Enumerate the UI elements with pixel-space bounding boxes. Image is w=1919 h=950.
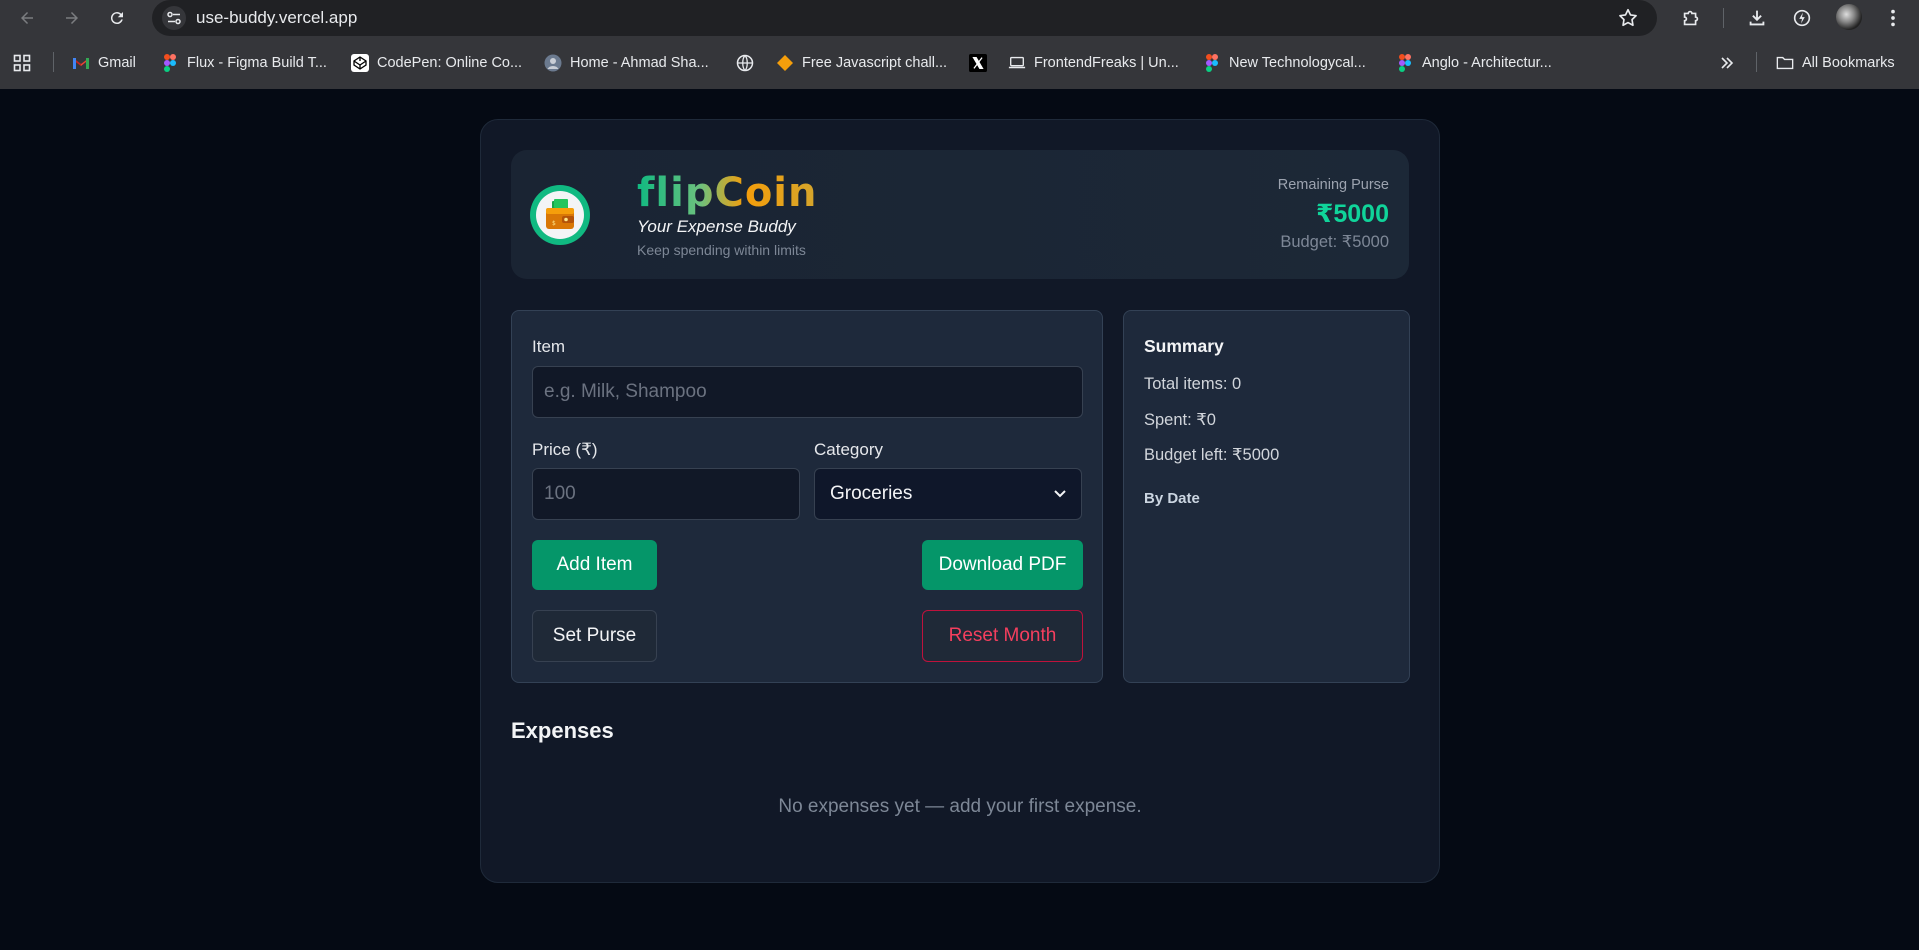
summary-total-items: Total items: 0 [1144, 375, 1242, 393]
kebab-menu-icon [1891, 9, 1895, 27]
apps-grid-icon [13, 54, 31, 72]
extensions-button[interactable] [1677, 4, 1705, 32]
price-input[interactable] [532, 468, 800, 520]
back-button[interactable] [13, 4, 41, 32]
arrow-left-icon [21, 12, 33, 24]
bookmark-new-technologycal[interactable]: New Technologycal... [1203, 50, 1366, 76]
price-label: Price (₹) [532, 440, 598, 459]
svg-text:$: $ [552, 220, 556, 227]
set-purse-button[interactable]: Set Purse [532, 610, 657, 662]
chevron-double-right-icon [1718, 54, 1736, 72]
bookmark-globe[interactable] [736, 50, 754, 76]
download-icon [1749, 10, 1765, 26]
bookmark-anglo[interactable]: Anglo - Architectur... [1396, 50, 1552, 76]
brand-tagline: Your Expense Buddy [637, 217, 796, 236]
bookmark-label: Free Javascript chall... [802, 55, 948, 71]
reload-icon [110, 12, 123, 25]
summary-title: Summary [1144, 336, 1224, 356]
bookmark-label: Gmail [98, 55, 136, 71]
brand-title: flipCoin [637, 170, 818, 216]
category-select[interactable]: Groceries [814, 468, 1082, 520]
summary-by-date-heading: By Date [1144, 490, 1200, 507]
download-pdf-button[interactable]: Download PDF [922, 540, 1083, 590]
address-bar[interactable]: use-buddy.vercel.app [152, 0, 1657, 36]
profile-avatar[interactable] [1836, 4, 1862, 30]
figma-icon [1203, 54, 1221, 72]
reset-month-button[interactable]: Reset Month [922, 610, 1083, 662]
summary-budget-left: Budget left: ₹5000 [1144, 446, 1280, 464]
browser-menu-button[interactable] [1879, 4, 1907, 32]
category-selected-value: Groceries [830, 483, 913, 504]
url-text[interactable]: use-buddy.vercel.app [196, 8, 357, 28]
all-bookmarks-button[interactable]: All Bookmarks [1776, 50, 1895, 76]
globe-icon [736, 54, 754, 72]
puzzle-icon [1683, 10, 1699, 26]
summary-spent: Spent: ₹0 [1144, 411, 1216, 429]
reload-button[interactable] [103, 4, 131, 32]
chevron-down-icon [1054, 490, 1066, 498]
brand-subtagline: Keep spending within limits [637, 242, 806, 258]
bookmark-flux-figma[interactable]: Flux - Figma Build T... [161, 50, 327, 76]
bookmarks-divider [53, 52, 54, 72]
apps-button[interactable] [13, 50, 31, 76]
app-card: $ flipCoin Your Expense Buddy Keep spend… [480, 119, 1440, 883]
budget-value: Budget: ₹5000 [1280, 233, 1389, 251]
arrow-right-icon [66, 12, 78, 24]
bookmark-free-javascript[interactable]: Free Javascript chall... [776, 50, 947, 76]
wallet-icon: $ [536, 191, 584, 239]
figma-icon [1396, 54, 1414, 72]
app-header: $ flipCoin Your Expense Buddy Keep spend… [511, 150, 1409, 279]
bookmark-codepen[interactable]: CodePen: Online Co... [351, 50, 522, 76]
folder-icon [1776, 54, 1794, 72]
bookmark-gmail[interactable]: Gmail [72, 50, 136, 76]
summary-panel: Summary Total items: 0 Spent: ₹0 Budget … [1123, 310, 1410, 683]
expense-form: Item Price (₹) Category Groceries Add It… [511, 310, 1103, 683]
laptop-icon [1008, 54, 1026, 72]
wallet-logo: $ [530, 185, 590, 245]
speed-icon [1793, 9, 1811, 27]
bookmark-label: CodePen: Online Co... [377, 55, 523, 71]
browser-chrome: use-buddy.vercel.app Gmail Flux - Figma … [0, 0, 1919, 89]
category-label: Category [814, 440, 883, 459]
bookmark-x[interactable] [969, 50, 987, 76]
item-input[interactable] [532, 366, 1083, 418]
bookmark-star-icon[interactable] [1617, 7, 1639, 29]
figma-icon [161, 54, 179, 72]
diamond-icon [776, 54, 794, 72]
bookmarks-divider [1756, 52, 1757, 72]
remaining-purse-value: ₹5000 [1315, 200, 1389, 228]
bookmark-label: Flux - Figma Build T... [187, 55, 327, 71]
downloads-button[interactable] [1743, 4, 1771, 32]
forward-button[interactable] [58, 4, 86, 32]
bookmark-label: Home - Ahmad Sha... [570, 55, 709, 71]
item-label: Item [532, 337, 566, 356]
all-bookmarks-label: All Bookmarks [1802, 55, 1895, 71]
bookmark-label: Anglo - Architectur... [1422, 55, 1552, 71]
bookmark-label: New Technologycal... [1229, 55, 1366, 71]
expenses-heading: Expenses [511, 718, 614, 743]
site-info-icon[interactable] [162, 6, 186, 30]
bookmark-home-ahmad[interactable]: Home - Ahmad Sha... [544, 50, 709, 76]
bookmark-frontendfreaks[interactable]: FrontendFreaks | Un... [1008, 50, 1179, 76]
remaining-purse-label: Remaining Purse [1277, 177, 1389, 193]
globe-avatar-icon [544, 54, 562, 72]
x-icon [969, 54, 987, 72]
bookmarks-bar: Gmail Flux - Figma Build T... CodePen: O… [0, 48, 1919, 78]
performance-button[interactable] [1788, 4, 1816, 32]
expenses-empty-message: No expenses yet — add your first expense… [778, 796, 1142, 817]
browser-toolbar: use-buddy.vercel.app [0, 0, 1919, 36]
bookmark-label: FrontendFreaks | Un... [1034, 55, 1179, 71]
gmail-icon [72, 54, 90, 72]
codepen-icon [351, 54, 369, 72]
more-bookmarks-button[interactable] [1718, 50, 1736, 76]
toolbar-divider [1723, 8, 1724, 28]
add-item-button[interactable]: Add Item [532, 540, 657, 590]
